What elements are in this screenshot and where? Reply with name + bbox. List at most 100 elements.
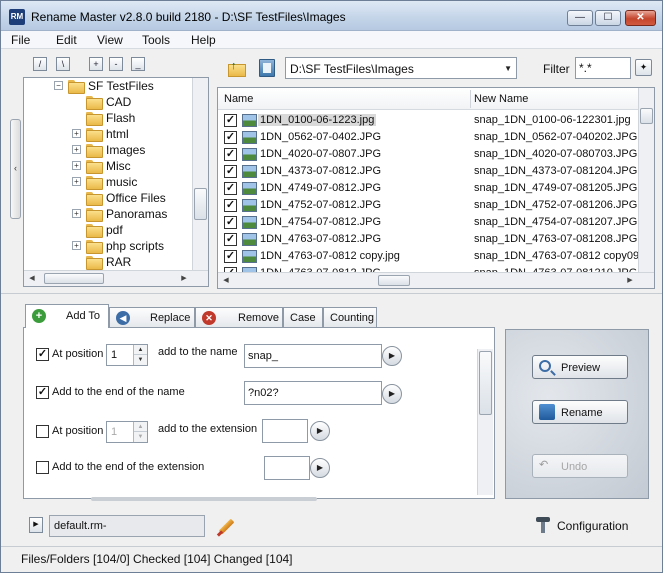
file-row[interactable]: ✓ 1DN_4020-07-0807.JPG snap_1DN_4020-07-08… [218,146,638,163]
file-checkbox[interactable]: ✓ [224,131,237,144]
file-checkbox[interactable]: ✓ [224,199,237,212]
column-separator[interactable] [470,90,471,108]
file-checkbox[interactable]: ✓ [224,250,237,263]
preset-play-icon[interactable]: ▶ [29,517,43,533]
tree-item-music[interactable]: + music [24,174,194,190]
tree-item-cad[interactable]: CAD [24,94,194,110]
insert-variable-button[interactable]: ▶ [310,421,330,441]
tree-item-panoramas[interactable]: + Panoramas [24,206,194,222]
path-combobox[interactable]: D:\SF TestFiles\Images ▼ [285,57,517,79]
tree-item-pdf[interactable]: pdf [24,222,194,238]
insert-variable-button[interactable]: ▶ [382,384,402,404]
scroll-thumb[interactable] [378,275,410,286]
at-position-name-checkbox[interactable]: ✓ [36,348,49,361]
file-row[interactable]: ✓ 1DN_0100-06-1223.jpg snap_1DN_0100-06-12… [218,112,638,129]
insert-variable-button[interactable]: ▶ [382,346,402,366]
minimize-button[interactable]: — [567,10,593,26]
suffix-input[interactable]: ?n02? [244,381,382,405]
add-to-end-name-checkbox[interactable]: ✓ [36,386,49,399]
scroll-right-icon[interactable]: ▶ [622,273,638,288]
tree-expand-all-icon[interactable]: + [89,57,103,71]
file-checkbox[interactable]: ✓ [224,114,237,127]
tree-collapse-all-icon[interactable]: - [109,57,123,71]
extension-suffix-input[interactable] [264,456,310,480]
scroll-thumb[interactable] [194,188,207,220]
file-row[interactable]: ✓ 1DN_4763-07-0812.JPG snap_1DN_4763-07-08… [218,231,638,248]
favorites-icon[interactable] [259,59,275,77]
configuration-button[interactable]: Configuration [533,515,633,537]
pencil-icon[interactable] [215,515,237,537]
tab-add-to[interactable]: + Add To [25,304,109,328]
tree-item-root[interactable]: − SF TestFiles [24,78,194,94]
tab-counting[interactable]: Counting [323,307,377,327]
expand-icon[interactable]: + [72,145,81,154]
rename-button[interactable]: Rename [532,400,628,424]
file-checkbox[interactable]: ✓ [224,165,237,178]
stepper-down-icon[interactable]: ▼ [134,432,147,442]
scroll-right-icon[interactable]: ▶ [176,271,192,286]
options-horizontal-scrollbar[interactable] [91,497,317,501]
tab-remove[interactable]: ✕ Remove [195,307,283,327]
scroll-thumb[interactable] [44,273,104,284]
menu-edit[interactable]: Edit [56,33,77,47]
file-row[interactable]: ✓ 1DN_0562-07-0402.JPG snap_1DN_0562-07-04… [218,129,638,146]
file-checkbox[interactable]: ✓ [224,216,237,229]
menu-view[interactable]: View [97,33,123,47]
file-row[interactable]: ✓ 1DN_4373-07-0812.JPG snap_1DN_4373-07-08… [218,163,638,180]
file-row[interactable]: ✓ 1DN_4754-07-0812.JPG snap_1DN_4754-07-08… [218,214,638,231]
tree-back-icon[interactable]: \ [56,57,70,71]
expand-icon[interactable]: + [72,177,81,186]
preview-button[interactable]: Preview [532,355,628,379]
file-checkbox[interactable]: ✓ [224,233,237,246]
tree-item-images[interactable]: + Images [24,142,194,158]
tab-case[interactable]: Case [283,307,323,327]
panel-splitter[interactable]: ‹ [10,119,21,219]
scroll-left-icon[interactable]: ◀ [218,273,234,288]
tab-replace[interactable]: ◀ Replace [109,307,195,327]
options-vertical-scrollbar[interactable] [477,349,493,495]
tree-item-php-scripts[interactable]: + php scripts [24,238,194,254]
scroll-left-icon[interactable]: ◀ [24,271,40,286]
expand-icon[interactable]: + [72,129,81,138]
close-button[interactable]: ✕ [625,10,656,26]
file-checkbox[interactable]: ✓ [224,182,237,195]
tree-minimize-icon[interactable]: _ [131,57,145,71]
maximize-button[interactable]: ☐ [595,10,621,26]
at-position-extension-checkbox[interactable]: ✓ [36,425,49,438]
column-header-name[interactable]: Name [224,93,253,105]
stepper-up-icon[interactable]: ▲ [134,422,147,432]
tree-item-flash[interactable]: Flash [24,110,194,126]
preset-file-field[interactable]: default.rm- [49,515,205,537]
tree-horizontal-scrollbar[interactable]: ◀ ▶ [24,270,208,286]
tree-vertical-scrollbar[interactable] [192,78,208,270]
expand-icon[interactable]: + [72,241,81,250]
stepper-up-icon[interactable]: ▲ [134,345,147,355]
menu-help[interactable]: Help [191,33,216,47]
filter-input[interactable]: *.* [575,57,631,79]
name-position-stepper[interactable]: 1 ▲ ▼ [106,344,148,366]
tree-item-html[interactable]: + html [24,126,194,142]
tree-item-rar[interactable]: RAR [24,254,194,270]
stepper-down-icon[interactable]: ▼ [134,355,147,365]
folder-up-icon[interactable] [227,59,246,77]
file-row[interactable]: ✓ 1DN_4752-07-0812.JPG snap_1DN_4752-07-08… [218,197,638,214]
scroll-thumb[interactable] [640,108,653,124]
file-row[interactable]: ✓ 1DN_4763-07-0812 copy.jpg snap_1DN_4763-… [218,248,639,265]
tree-item-office-files[interactable]: Office Files [24,190,194,206]
file-list-vertical-scrollbar[interactable] [638,88,654,274]
add-to-end-extension-checkbox[interactable]: ✓ [36,461,49,474]
scroll-thumb[interactable] [479,351,492,415]
filter-options-button[interactable]: ✦ [635,59,652,76]
prefix-input[interactable]: snap_ [244,344,382,368]
file-list-horizontal-scrollbar[interactable]: ◀ ▶ [218,272,654,288]
insert-variable-button[interactable]: ▶ [310,458,330,478]
menu-file[interactable]: File [11,33,30,47]
expand-icon[interactable]: + [72,161,81,170]
expand-icon[interactable]: + [72,209,81,218]
chevron-down-icon[interactable]: ▼ [504,64,512,73]
collapse-icon[interactable]: − [54,81,63,90]
file-checkbox[interactable]: ✓ [224,148,237,161]
tree-collapse-icon[interactable]: / [33,57,47,71]
file-row[interactable]: ✓ 1DN_4749-07-0812.JPG snap_1DN_4749-07-08… [218,180,638,197]
undo-button[interactable]: ↶ Undo [532,454,628,478]
